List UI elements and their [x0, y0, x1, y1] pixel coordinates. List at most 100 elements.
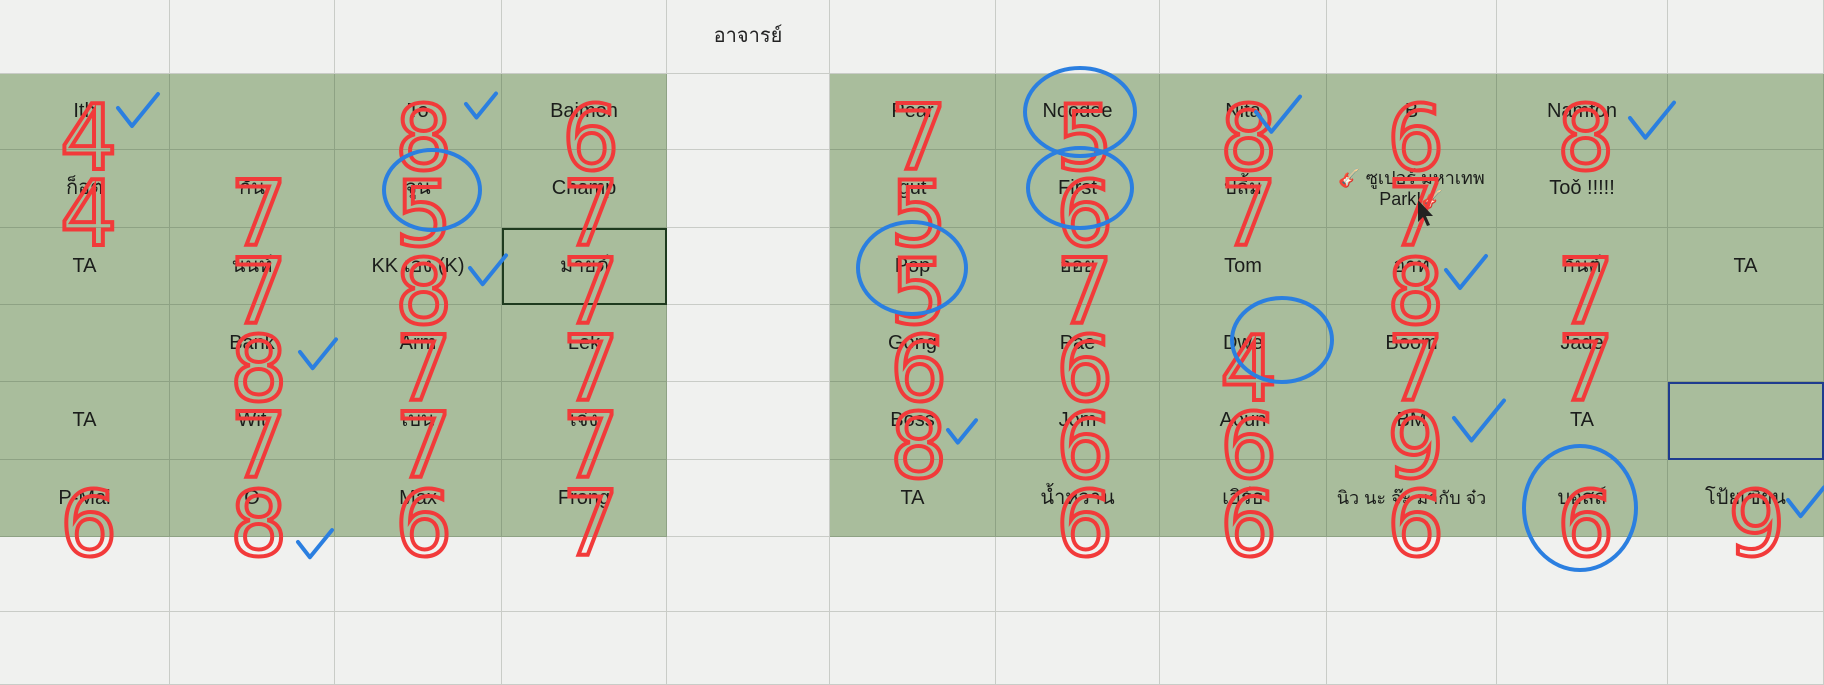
seat-cell[interactable]: To [335, 74, 502, 150]
seat-cell[interactable]: Jom [996, 382, 1160, 460]
sheet-cell[interactable] [335, 612, 502, 685]
sheet-cell[interactable] [0, 0, 170, 74]
seat-cell[interactable]: Arm [335, 305, 502, 382]
sheet-cell[interactable] [1497, 612, 1668, 685]
seat-cell[interactable]: อาท [1327, 228, 1497, 305]
seat-cell[interactable]: Baimon [502, 74, 667, 150]
sheet-cell[interactable] [667, 228, 830, 305]
sheet-cell[interactable] [170, 537, 335, 612]
seat-cell[interactable] [1668, 74, 1824, 150]
seat-cell[interactable]: Champ [502, 150, 667, 228]
sheet-cell[interactable] [667, 382, 830, 460]
sheet-cell[interactable] [1497, 0, 1668, 74]
seat-cell[interactable]: มายด์ [502, 228, 667, 305]
seat-cell[interactable]: Toǒ !!!!! [1497, 150, 1668, 228]
seat-cell[interactable]: Pop [830, 228, 996, 305]
seat-cell[interactable] [0, 305, 170, 382]
sheet-cell[interactable] [170, 0, 335, 74]
seat-cell[interactable]: เอิร์ธ [1160, 460, 1327, 537]
seat-cell[interactable] [1668, 382, 1824, 460]
sheet-cell[interactable] [667, 537, 830, 612]
sheet-cell[interactable] [502, 0, 667, 74]
seat-cell[interactable]: Namfon [1497, 74, 1668, 150]
sheet-cell[interactable] [1668, 537, 1824, 612]
seat-cell[interactable] [1668, 150, 1824, 228]
seat-cell[interactable]: Gong [830, 305, 996, 382]
sheet-cell[interactable] [830, 612, 996, 685]
sheet-cell[interactable] [335, 537, 502, 612]
sheet-cell[interactable] [1160, 537, 1327, 612]
seat-cell[interactable]: Bank [170, 305, 335, 382]
seat-cell[interactable]: Pear [830, 74, 996, 150]
sheet-cell[interactable] [667, 612, 830, 685]
seat-cell[interactable]: BM [1327, 382, 1497, 460]
seat-cell[interactable]: First [996, 150, 1160, 228]
sheet-cell[interactable] [667, 460, 830, 537]
sheet-cell[interactable] [1668, 0, 1824, 74]
sheet-cell[interactable] [1160, 0, 1327, 74]
sheet-cell[interactable] [667, 150, 830, 228]
sheet-cell[interactable] [335, 0, 502, 74]
seat-cell[interactable]: TA [1668, 228, 1824, 305]
seat-cell[interactable]: นิว นะ จ๊ะ มากับ จ๋ว [1327, 460, 1497, 537]
sheet-cell[interactable] [996, 612, 1160, 685]
seat-cell[interactable]: เบน [335, 382, 502, 460]
sheet-cell[interactable] [1327, 612, 1497, 685]
seat-cell[interactable]: TA [830, 460, 996, 537]
seat-cell[interactable]: Boom [1327, 305, 1497, 382]
seat-cell[interactable]: Tom [1160, 228, 1327, 305]
sheet-cell[interactable] [1668, 612, 1824, 685]
seat-cell[interactable]: 🎸 ซูเปอร์ มหาเทพ Park!🎸 [1327, 150, 1497, 228]
seat-cell[interactable]: กัน [170, 150, 335, 228]
sheet-cell[interactable] [502, 612, 667, 685]
seat-cell[interactable]: เจ๋ง [502, 382, 667, 460]
seat-cell[interactable]: Wit [170, 382, 335, 460]
seat-cell[interactable]: KK เอง (K) [335, 228, 502, 305]
sheet-cell[interactable] [1497, 537, 1668, 612]
seat-cell[interactable]: Dwe [1160, 305, 1327, 382]
seat-cell[interactable]: B [1327, 74, 1497, 150]
seat-cell[interactable]: TA [1497, 382, 1668, 460]
seat-cell[interactable]: กันต์ [1497, 228, 1668, 305]
seat-cell[interactable]: จูน [335, 150, 502, 228]
seat-cell[interactable]: Max [335, 460, 502, 537]
sheet-cell[interactable] [1160, 612, 1327, 685]
seat-cell[interactable]: Lek [502, 305, 667, 382]
seat-cell[interactable] [170, 74, 335, 150]
sheet-cell[interactable] [667, 74, 830, 150]
seat-cell[interactable]: Noodee [996, 74, 1160, 150]
sheet-cell[interactable] [0, 537, 170, 612]
sheet-cell[interactable] [996, 0, 1160, 74]
seat-cell[interactable]: ก็อต [0, 150, 170, 228]
seat-cell[interactable]: Pae [996, 305, 1160, 382]
seat-cell[interactable]: นนท์ [170, 228, 335, 305]
seat-cell[interactable]: Aoun [1160, 382, 1327, 460]
seat-cell[interactable]: Ith [0, 74, 170, 150]
seat-cell[interactable]: โป้ยเซียน [1668, 460, 1824, 537]
seat-cell[interactable]: Frong [502, 460, 667, 537]
sheet-cell[interactable] [996, 537, 1160, 612]
seat-cell[interactable]: P-Mai [0, 460, 170, 537]
sheet-cell[interactable] [830, 0, 996, 74]
sheet-cell[interactable] [1327, 0, 1497, 74]
seat-cell[interactable]: ปลื้ม [1160, 150, 1327, 228]
seat-cell[interactable]: gut [830, 150, 996, 228]
sheet-cell[interactable] [667, 305, 830, 382]
sheet-cell[interactable] [0, 612, 170, 685]
seat-cell[interactable]: TA [0, 228, 170, 305]
seat-cell[interactable]: ออย [996, 228, 1160, 305]
cell-text: เอิร์ธ [1222, 486, 1264, 509]
sheet-cell[interactable] [1327, 537, 1497, 612]
seat-cell[interactable]: Nita [1160, 74, 1327, 150]
seat-cell[interactable]: บอสส์ [1497, 460, 1668, 537]
header-title-cell[interactable]: อาจารย์ [667, 0, 830, 74]
seat-cell[interactable]: TA [0, 382, 170, 460]
sheet-cell[interactable] [830, 537, 996, 612]
seat-cell[interactable]: Boss [830, 382, 996, 460]
sheet-cell[interactable] [170, 612, 335, 685]
seat-cell[interactable]: Jade [1497, 305, 1668, 382]
seat-cell[interactable]: น้ำหวาน [996, 460, 1160, 537]
seat-cell[interactable] [1668, 305, 1824, 382]
sheet-cell[interactable] [502, 537, 667, 612]
seat-cell[interactable]: O [170, 460, 335, 537]
